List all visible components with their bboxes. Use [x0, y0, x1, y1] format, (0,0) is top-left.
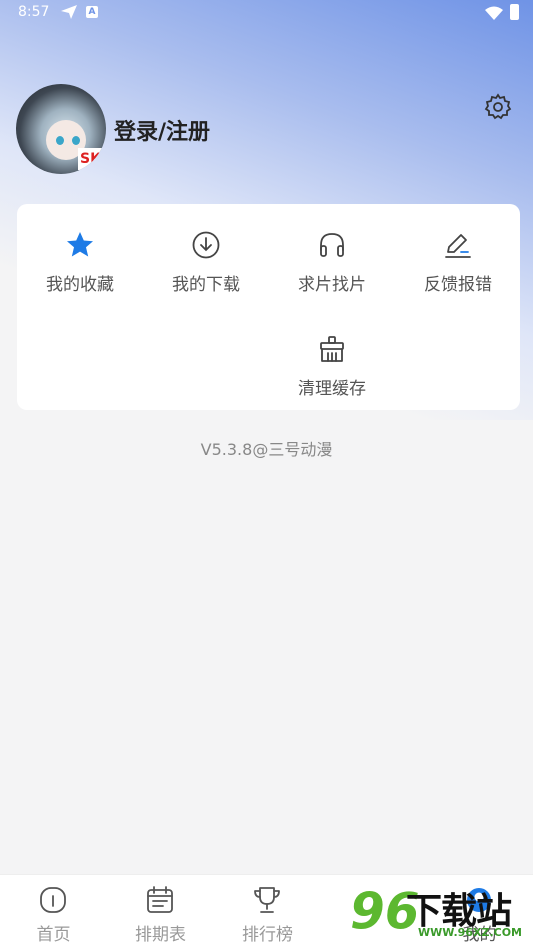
status-time: 8:57: [18, 4, 50, 20]
tab-label: 排行榜: [242, 925, 293, 945]
headphones-icon: [320, 233, 344, 257]
tab-ranking[interactable]: 排行榜: [214, 875, 321, 945]
menu-item-clear-cache[interactable]: 清理缓存: [269, 312, 395, 399]
menu-item-feedback[interactable]: 反馈报错: [395, 208, 521, 295]
calendar-icon: [147, 886, 173, 913]
status-bar: 8:57 A: [0, 0, 533, 26]
tab-label: 首页: [36, 925, 71, 945]
avatar-eye: [56, 136, 64, 145]
tab-schedule[interactable]: 排期表: [107, 875, 214, 945]
menu-item-label: 我的下载: [172, 275, 240, 295]
menu-item-favorites[interactable]: 我的收藏: [17, 208, 143, 295]
a-indicator-icon: A: [86, 6, 98, 18]
tab-label: 排期表: [135, 925, 186, 945]
login-register-link[interactable]: 登录/注册: [114, 114, 210, 146]
function-menu-card: 我的收藏 我的下载 求片找片 反馈报错 清理缓存: [17, 204, 520, 410]
wifi-icon: [485, 6, 503, 20]
home-icon: [40, 887, 66, 913]
tab-home[interactable]: 首页: [0, 875, 107, 945]
watermark-url: WWW.96XZ.COM: [418, 926, 522, 939]
edit-icon: [445, 234, 471, 258]
avatar-eye: [72, 136, 80, 145]
star-icon: [67, 232, 93, 257]
site-watermark: 96 下载站 WWW.96XZ.COM: [348, 880, 528, 942]
version-text: V5.3.8@三号动漫: [200, 440, 333, 459]
menu-item-label: 求片找片: [298, 275, 366, 295]
broom-icon: [320, 336, 344, 362]
gear-icon[interactable]: [484, 93, 512, 121]
location-arrow-icon: [61, 5, 77, 19]
avatar[interactable]: SK: [16, 84, 106, 174]
menu-item-label: 清理缓存: [298, 379, 366, 399]
download-icon: [192, 231, 220, 259]
menu-item-downloads[interactable]: 我的下载: [143, 208, 269, 295]
menu-item-label: 反馈报错: [424, 275, 492, 295]
menu-item-label: 我的收藏: [46, 275, 114, 295]
menu-item-request[interactable]: 求片找片: [269, 208, 395, 295]
avatar-tag: SK: [78, 148, 106, 170]
battery-icon: [510, 4, 519, 20]
trophy-icon: [254, 887, 280, 913]
